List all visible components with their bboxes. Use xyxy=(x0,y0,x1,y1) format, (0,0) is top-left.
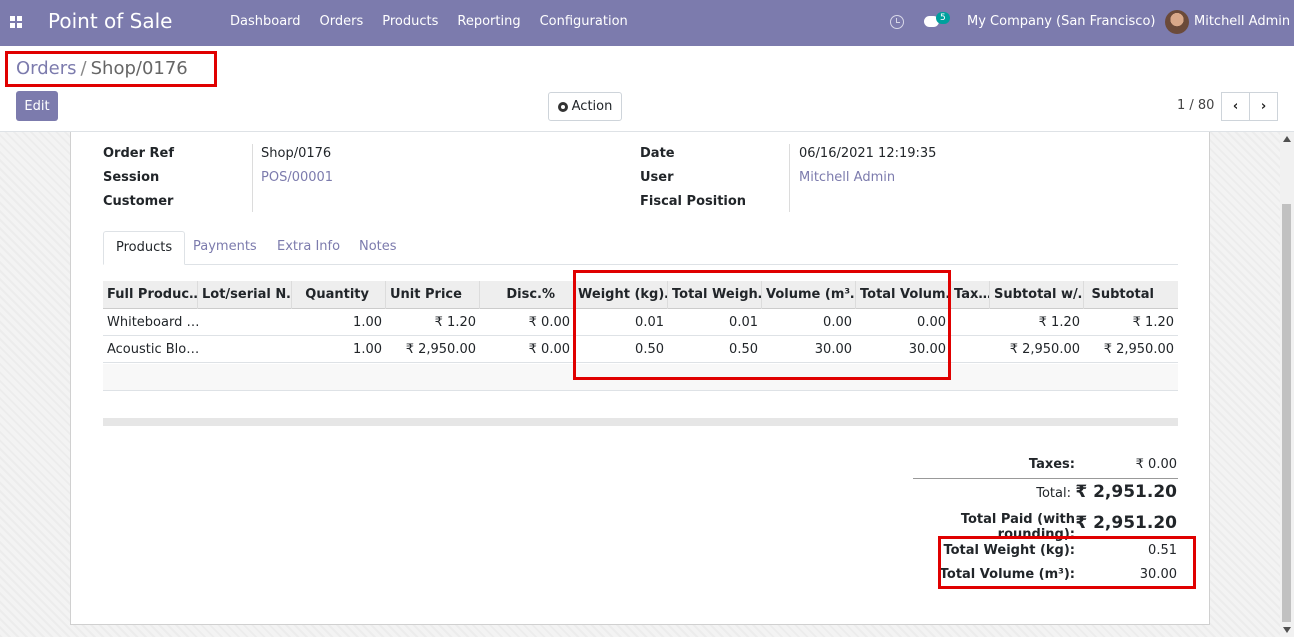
cell-unit-price: ₹ 2,950.00 xyxy=(405,342,476,357)
right-group-divider xyxy=(789,144,790,212)
taxes-value: ₹ 0.00 xyxy=(1135,457,1177,472)
column-header-product[interactable]: Full Produc… xyxy=(103,281,198,309)
column-header-lot[interactable]: Lot/serial N… xyxy=(198,281,292,309)
tab-notes[interactable]: Notes xyxy=(347,231,409,265)
column-header-subtotal[interactable]: Subtotal xyxy=(1084,281,1178,309)
form-view-area: Order Ref Shop/0176 Session POS/00001 Cu… xyxy=(0,132,1280,637)
session-label: Session xyxy=(103,170,160,185)
menu-orders[interactable]: Orders xyxy=(320,14,364,29)
action-button[interactable]: Action xyxy=(548,92,622,121)
pager-previous-button[interactable]: ‹ xyxy=(1221,92,1250,121)
cell-quantity: 1.00 xyxy=(353,315,382,330)
weight-volume-totals-highlight xyxy=(938,536,1196,589)
user-label: User xyxy=(640,170,674,185)
chevron-left-icon: ‹ xyxy=(1232,99,1239,114)
cell-subtotal: ₹ 1.20 xyxy=(1132,315,1174,330)
pager-next-button[interactable]: › xyxy=(1249,92,1278,121)
cell-discount: ₹ 0.00 xyxy=(528,315,570,330)
menu-dashboard[interactable]: Dashboard xyxy=(230,14,301,29)
form-sheet: Order Ref Shop/0176 Session POS/00001 Cu… xyxy=(70,132,1210,625)
column-header-discount[interactable]: Disc.% xyxy=(480,281,574,309)
cell-subtotal: ₹ 2,950.00 xyxy=(1103,342,1174,357)
breadcrumb-highlight xyxy=(5,51,217,87)
edit-button[interactable]: Edit xyxy=(16,91,58,121)
left-group-divider xyxy=(252,144,253,212)
control-panel: Orders / Shop/0176 Edit Action 1 / 80 ‹ › xyxy=(0,46,1294,132)
tab-products[interactable]: Products xyxy=(103,231,186,265)
cell-product: Whiteboard … xyxy=(107,315,198,330)
cell-discount: ₹ 0.00 xyxy=(528,342,570,357)
cell-subtotal-incl: ₹ 1.20 xyxy=(1038,315,1080,330)
total-paid-value: ₹ 2,951.20 xyxy=(1075,513,1177,533)
cell-lot xyxy=(198,336,292,363)
gear-icon xyxy=(557,101,568,112)
menu-reporting[interactable]: Reporting xyxy=(457,14,520,29)
user-menu[interactable]: Mitchell Admin xyxy=(1194,14,1290,29)
pager-value[interactable]: 1 / 80 xyxy=(1177,98,1214,113)
user-link[interactable]: Mitchell Admin xyxy=(799,170,895,185)
table-footer-bar xyxy=(103,418,1178,426)
apps-menu-icon[interactable] xyxy=(10,16,22,28)
activity-clock-icon[interactable] xyxy=(890,15,904,29)
scroll-up-arrow-icon[interactable] xyxy=(1283,136,1291,142)
tab-extra-info[interactable]: Extra Info xyxy=(265,231,352,265)
company-switcher[interactable]: My Company (San Francisco) xyxy=(967,14,1155,29)
app-title: Point of Sale xyxy=(48,9,173,33)
cell-quantity: 1.00 xyxy=(353,342,382,357)
cell-product: Acoustic Blo… xyxy=(107,342,198,357)
total-value: ₹ 2,951.20 xyxy=(1075,482,1177,502)
session-link[interactable]: POS/00001 xyxy=(261,170,333,185)
main-menu: Dashboard Orders Products Reporting Conf… xyxy=(230,14,647,29)
action-label: Action xyxy=(571,99,613,114)
total-label: Total: xyxy=(1036,486,1071,501)
column-header-quantity[interactable]: Quantity xyxy=(292,281,386,309)
cell-unit-price: ₹ 1.20 xyxy=(434,315,476,330)
column-header-unit-price[interactable]: Unit Price xyxy=(386,281,480,309)
customer-label: Customer xyxy=(103,194,174,209)
weight-volume-columns-highlight xyxy=(573,270,951,380)
order-ref-value: Shop/0176 xyxy=(261,146,332,161)
vertical-scrollbar[interactable] xyxy=(1280,132,1294,637)
totals-divider xyxy=(913,478,1178,479)
user-avatar[interactable] xyxy=(1165,10,1189,34)
scroll-down-arrow-icon[interactable] xyxy=(1283,627,1291,633)
chat-count-badge: 5 xyxy=(936,12,950,24)
notebook-tabs: Products Payments Extra Info Notes xyxy=(103,231,1178,265)
cell-lot xyxy=(198,309,292,336)
menu-configuration[interactable]: Configuration xyxy=(540,14,628,29)
cell-taxes xyxy=(950,309,990,336)
tab-payments[interactable]: Payments xyxy=(181,231,269,265)
column-header-taxes[interactable]: Tax… xyxy=(950,281,990,309)
date-value: 06/16/2021 12:19:35 xyxy=(799,146,937,161)
fiscal-position-label: Fiscal Position xyxy=(640,194,747,209)
taxes-label: Taxes: xyxy=(1028,457,1075,472)
top-navbar: Point of Sale Dashboard Orders Products … xyxy=(0,0,1294,46)
chevron-right-icon: › xyxy=(1260,99,1267,114)
menu-products[interactable]: Products xyxy=(382,14,438,29)
order-ref-label: Order Ref xyxy=(103,146,175,161)
scroll-thumb[interactable] xyxy=(1282,204,1291,622)
cell-taxes xyxy=(950,336,990,363)
cell-subtotal-incl: ₹ 2,950.00 xyxy=(1009,342,1080,357)
date-label: Date xyxy=(640,146,675,161)
column-header-subtotal-incl[interactable]: Subtotal w/… xyxy=(990,281,1084,309)
